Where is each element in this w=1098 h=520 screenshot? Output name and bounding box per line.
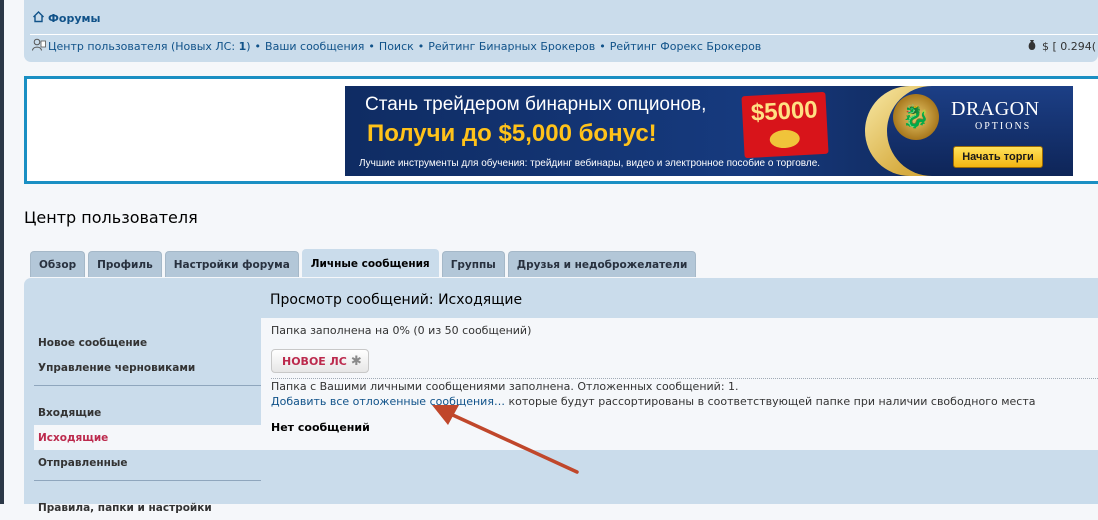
menu-sent[interactable]: Отправленные xyxy=(34,450,285,475)
ucp-tabs: Обзор Профиль Настройки форума Личные со… xyxy=(30,249,697,278)
banner-brand: DRAGON xyxy=(951,98,1040,120)
menu-manage-drafts[interactable]: Управление черновиками xyxy=(34,355,285,380)
bullet-separator: • xyxy=(599,39,606,53)
bullet-separator: • xyxy=(254,39,262,53)
page-title: Центр пользователя xyxy=(24,208,198,227)
search-link[interactable]: Поиск xyxy=(379,40,414,53)
advert-container: Стань трейдером бинарных опционов, Получ… xyxy=(24,76,1098,184)
balance-indicator: $ [ 0.294( xyxy=(1027,38,1096,54)
banner-headline: Стань трейдером бинарных опционов, xyxy=(365,94,707,115)
pm-sidebar-menu: Новое сообщение Управление черновиками В… xyxy=(34,330,285,520)
banner-bonus-text: Получи до $5,000 бонус! xyxy=(367,120,657,147)
menu-new-message[interactable]: Новое сообщение xyxy=(34,330,285,355)
tab-overview[interactable]: Обзор xyxy=(30,251,86,277)
banner-prize-amount: $5000 xyxy=(750,96,819,127)
menu-divider xyxy=(34,480,261,481)
forex-brokers-rating-link[interactable]: Рейтинг Форекс Брокеров xyxy=(610,40,762,53)
tab-private-messages[interactable]: Личные сообщения xyxy=(301,249,439,277)
dragon-logo-icon: 🐉 xyxy=(893,94,939,140)
new-pm-label: НОВОЕ ЛС xyxy=(282,354,347,368)
left-edge-bar xyxy=(0,0,4,504)
your-posts-link[interactable]: Ваши сообщения xyxy=(265,40,364,53)
bullet-separator: • xyxy=(368,39,375,53)
user-nav-links: Центр пользователя (Новых ЛС: 1) • Ваши … xyxy=(32,38,761,54)
money-bag-icon xyxy=(1027,39,1037,54)
advert-banner[interactable]: Стань трейдером бинарных опционов, Получ… xyxy=(345,86,1073,176)
breadcrumb-forums-link[interactable]: Форумы xyxy=(48,12,100,25)
menu-divider xyxy=(34,385,261,386)
folder-quota-text: Папка заполнена на 0% (0 из 50 сообщений… xyxy=(271,324,532,337)
menu-outbox[interactable]: Исходящие xyxy=(34,425,285,450)
content-title: Просмотр сообщений: Исходящие xyxy=(270,292,523,308)
tab-friends-foes[interactable]: Друзья и недоброжелатели xyxy=(507,251,697,277)
tab-forum-settings[interactable]: Настройки форума xyxy=(164,251,299,277)
header-navbar: Форумы Центр пользователя (Новых ЛС: 1) … xyxy=(24,0,1098,62)
banner-brand-sub: OPTIONS xyxy=(975,121,1032,132)
balance-value: $ [ 0.294( xyxy=(1042,39,1097,53)
gift-box-icon: $5000 xyxy=(741,91,829,159)
held-messages-notice: Добавить все отложенные сообщения… котор… xyxy=(271,395,1035,408)
menu-rules-folders-settings[interactable]: Правила, папки и настройки xyxy=(34,495,285,520)
user-icon xyxy=(32,38,46,54)
folder-full-notice: Папка с Вашими личными сообщениями запол… xyxy=(271,380,739,393)
home-icon[interactable] xyxy=(32,10,45,26)
held-messages-rest: которые будут рассортированы в соответст… xyxy=(504,395,1036,408)
bullet-separator: • xyxy=(417,39,425,53)
start-trading-button[interactable]: Начать торги xyxy=(953,146,1043,168)
star-icon: ✱ xyxy=(350,353,362,369)
binary-brokers-rating-link[interactable]: Рейтинг Бинарных Брокеров xyxy=(428,40,595,53)
no-messages-text: Нет сообщений xyxy=(271,421,370,434)
outbox-content: Папка заполнена на 0% (0 из 50 сообщений… xyxy=(261,318,1098,450)
breadcrumb: Форумы xyxy=(32,10,100,26)
gift-bow xyxy=(769,129,801,149)
menu-inbox[interactable]: Входящие xyxy=(34,400,285,425)
navbar-divider xyxy=(30,34,1098,35)
ucp-link[interactable]: Центр пользователя (Новых ЛС: 1) xyxy=(48,40,251,53)
dotted-divider xyxy=(271,378,1098,379)
tab-profile[interactable]: Профиль xyxy=(88,251,162,277)
add-held-messages-link[interactable]: Добавить все отложенные сообщения… xyxy=(271,395,505,408)
new-pm-button[interactable]: НОВОЕ ЛС ✱ xyxy=(271,349,369,373)
ucp-panel: Новое сообщение Управление черновиками В… xyxy=(24,278,1098,514)
banner-subtext: Лучшие инструменты для обучения: трейдин… xyxy=(359,158,821,169)
tab-groups[interactable]: Группы xyxy=(441,251,505,277)
